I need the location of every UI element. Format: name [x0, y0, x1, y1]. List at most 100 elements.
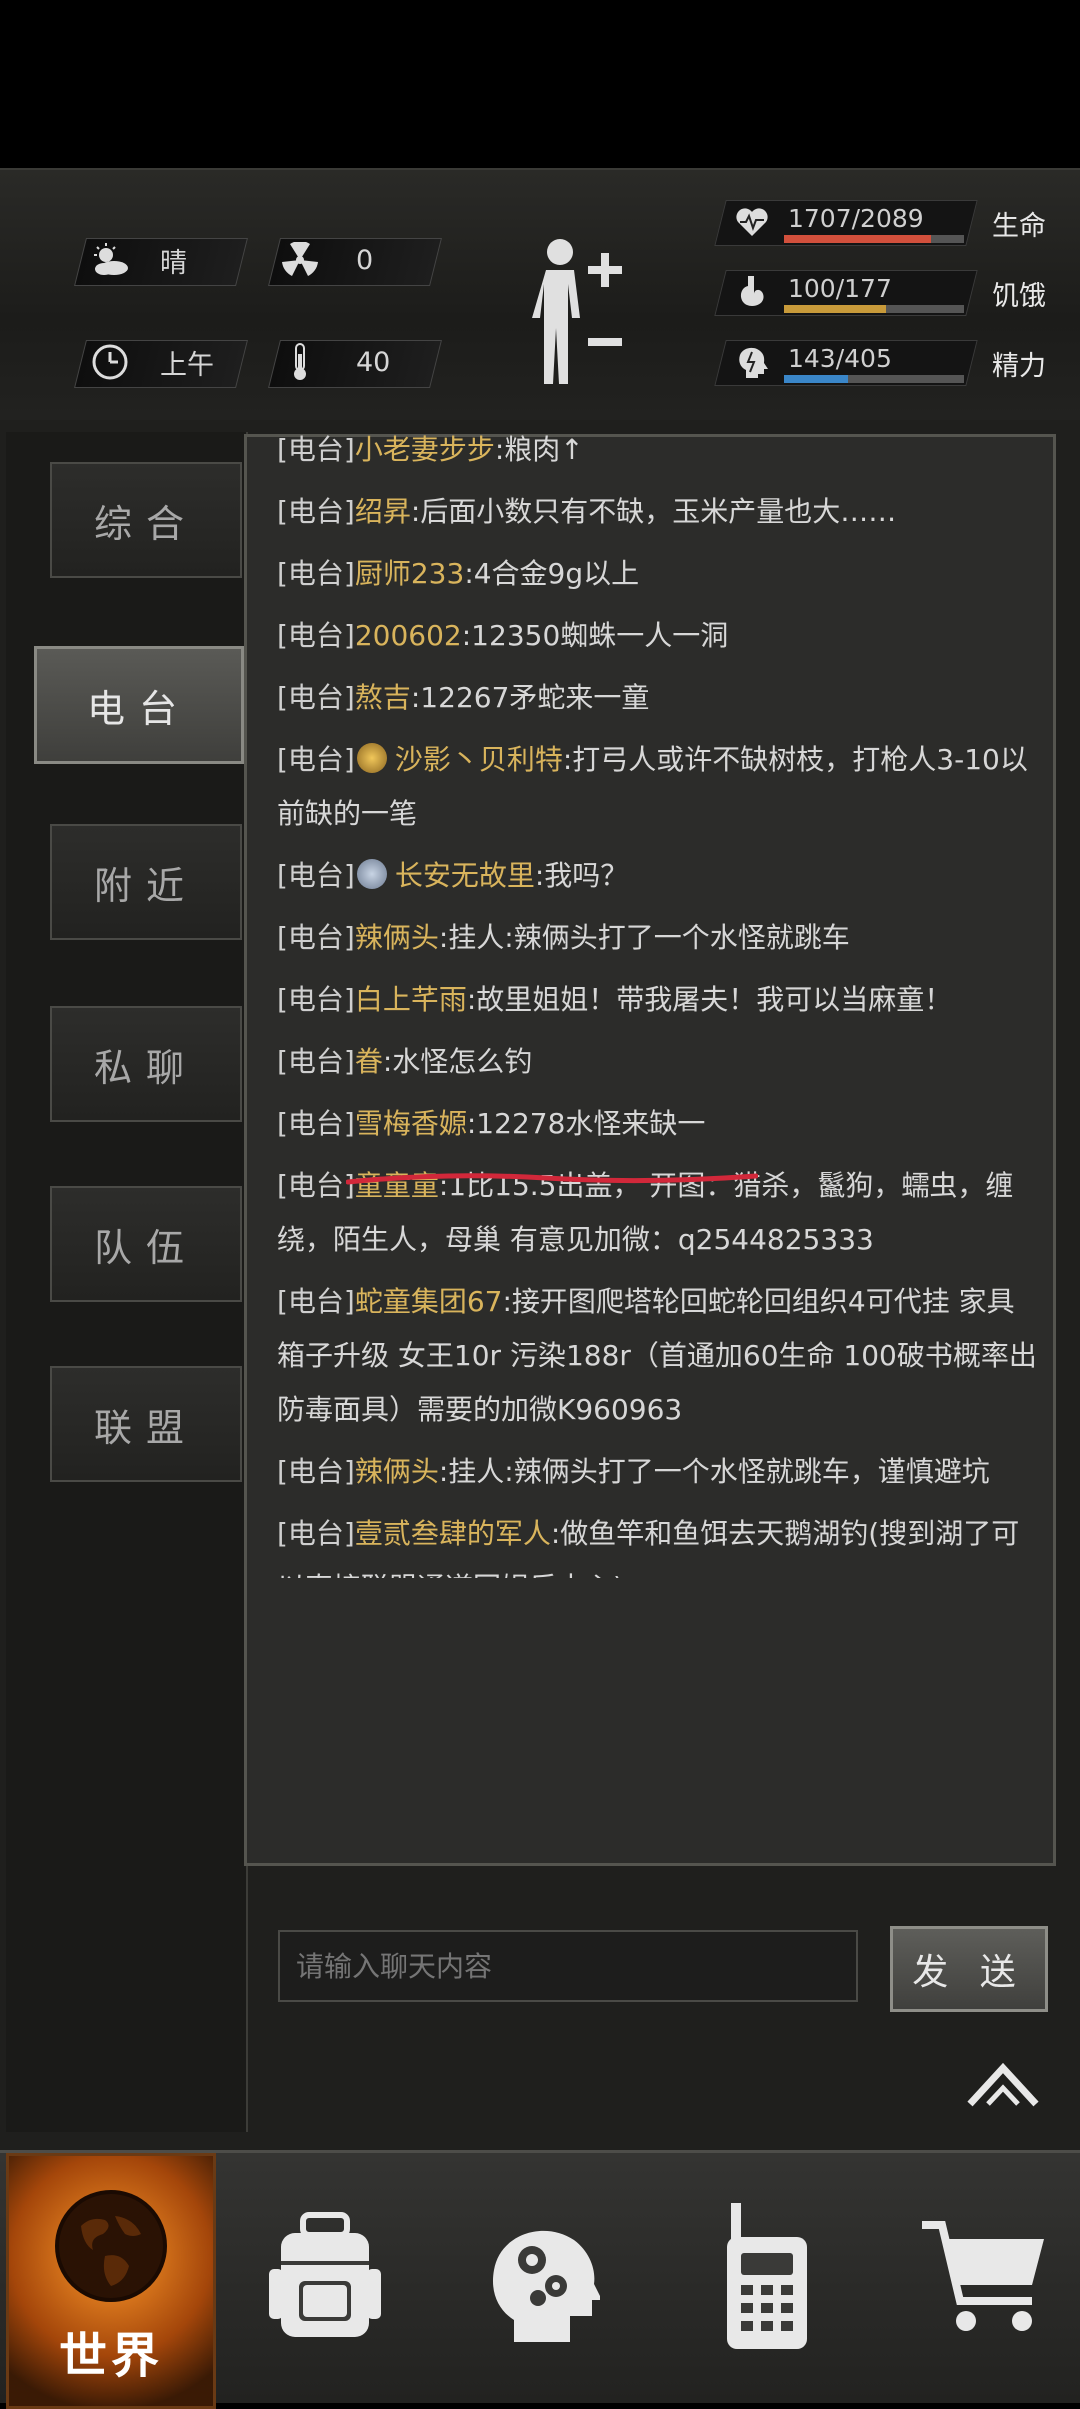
tab-team[interactable]: 队伍: [50, 1186, 242, 1302]
message-text: :水怪怎么钓: [382, 1045, 533, 1078]
radiation-icon: [280, 240, 320, 280]
chat-message: [电台]熬吉:12267矛蛇来一童: [277, 671, 1037, 725]
channel-tag: [电台]: [277, 859, 355, 892]
message-text: :我吗？: [534, 859, 629, 892]
body-figure-icon: [532, 239, 622, 384]
tab-alliance[interactable]: 联盟: [50, 1366, 242, 1482]
health-value: 1707/2089: [788, 204, 924, 233]
chat-message: [电台]白上芊雨:故里姐姐！带我屠夫！我可以当麻童！: [277, 973, 1037, 1027]
message-text: :打弓人或许不缺树枝，打枪人3-10以前缺的一笔: [277, 743, 1028, 830]
health-fill: [784, 235, 932, 243]
collapse-chevron-up-icon[interactable]: [966, 2060, 1040, 2110]
hunger-value: 100/177: [788, 274, 892, 303]
message-text: :粮肉↑: [494, 433, 584, 466]
walkie-talkie-icon: [717, 2201, 813, 2355]
radiation-value: 0: [356, 244, 374, 276]
chat-message: [电台]绍昇:后面小数只有不缺，玉米产量也大……: [277, 485, 1037, 539]
chat-message-list[interactable]: [电台]小老妻步步:粮肉↑ [电台]绍昇:后面小数只有不缺，玉米产量也大…… [电台…: [277, 423, 1037, 1578]
tab-nearby[interactable]: 附近: [50, 824, 242, 940]
sender-name[interactable]: 沙影丶贝利特: [395, 743, 563, 776]
chat-message: [电台]辣俩头:挂人:辣俩头打了一个水怪就跳车: [277, 911, 1037, 965]
message-text: :12350蜘蛛一人一洞: [461, 619, 729, 652]
send-button[interactable]: 发 送: [890, 1926, 1048, 2012]
nav-radio[interactable]: [680, 2153, 850, 2403]
tab-general[interactable]: 综合: [50, 462, 242, 578]
health-bar: 1707/2089 生命: [714, 200, 1060, 246]
sender-name[interactable]: 辣俩头: [355, 1455, 439, 1488]
channel-tag: [电台]: [277, 433, 355, 466]
energy-label: 精力: [992, 351, 1046, 382]
channel-tag: [电台]: [277, 1169, 355, 1202]
message-text: :12267矛蛇来一童: [410, 681, 650, 714]
silver-rank-badge-icon: [356, 859, 387, 889]
nav-skills[interactable]: [460, 2153, 630, 2403]
bottom-nav: 世界: [0, 2150, 1080, 2409]
sender-name[interactable]: 雪梅香嫄: [355, 1107, 467, 1140]
hunger-bar: 100/177 饥饿: [714, 270, 1060, 316]
energy-fill: [784, 375, 848, 383]
sender-name[interactable]: 壹贰叁肆的军人: [355, 1517, 551, 1550]
sender-name[interactable]: 蛇童集团67: [355, 1285, 503, 1318]
energy-bar: 143/405 精力: [714, 340, 1060, 386]
globe-icon: [51, 2186, 171, 2310]
hunger-label: 饥饿: [992, 281, 1046, 312]
chat-message: [电台]200602:12350蜘蛛一人一洞: [277, 609, 1037, 663]
channel-tag: [电台]: [277, 619, 355, 652]
red-underline-annotation: [346, 1173, 758, 1185]
chat-input[interactable]: [278, 1930, 858, 2002]
hunger-fill: [784, 305, 886, 313]
sender-name[interactable]: 绍昇: [355, 495, 411, 528]
sender-name[interactable]: 200602: [355, 619, 462, 652]
health-label: 生命: [992, 211, 1046, 242]
chat-panel: [电台]小老妻步步:粮肉↑ [电台]绍昇:后面小数只有不缺，玉米产量也大…… [电台…: [244, 433, 1056, 1866]
sender-name[interactable]: 小老妻步步: [355, 433, 495, 466]
temperature-value: 40: [356, 346, 391, 378]
message-text: :故里姐姐！带我屠夫！我可以当麻童！: [466, 983, 953, 1016]
message-text: :挂人:辣俩头打了一个水怪就跳车: [438, 921, 850, 954]
channel-tag: [电台]: [277, 743, 355, 776]
nav-world[interactable]: 世界: [6, 2153, 216, 2409]
chat-message: [电台]雪梅香嫄:12278水怪来缺一: [277, 1097, 1037, 1151]
channel-tag: [电台]: [277, 1285, 355, 1318]
chat-message: [电台]壹贰叁肆的军人:做鱼竿和鱼饵去天鹅湖钓(搜到湖了可以直接联盟通道回娱乐中…: [277, 1507, 1037, 1578]
channel-tag: [电台]: [277, 1107, 355, 1140]
message-text: :后面小数只有不缺，玉米产量也大……: [410, 495, 897, 528]
chat-message: [电台]眷:水怪怎么钓: [277, 1035, 1037, 1089]
clock-icon: [90, 342, 130, 382]
channel-tag: [电台]: [277, 681, 355, 714]
sender-name[interactable]: 熬吉: [355, 681, 411, 714]
heart-pulse-icon: [734, 204, 770, 240]
chat-message: [电台] 沙影丶贝利特:打弓人或许不缺树枝，打枪人3-10以前缺的一笔: [277, 733, 1037, 841]
chat-message: [电台]小老妻步步:粮肉↑: [277, 423, 1037, 477]
channel-tag: [电台]: [277, 1517, 355, 1550]
chat-message: [电台] 长安无故里:我吗？: [277, 849, 1037, 903]
chat-message: [电台]辣俩头:挂人:辣俩头打了一个水怪就跳车，谨慎避坑: [277, 1445, 1037, 1499]
channel-tag: [电台]: [277, 1455, 355, 1488]
energy-value: 143/405: [788, 344, 892, 373]
tab-radio[interactable]: 电台: [34, 646, 244, 764]
sender-name[interactable]: 眷: [355, 1045, 383, 1078]
chat-message: [电台]厨师233:4合金9g以上: [277, 547, 1037, 601]
channel-tag: [电台]: [277, 983, 355, 1016]
gold-rank-badge-icon: [356, 743, 387, 773]
channel-tag: [电台]: [277, 495, 355, 528]
nav-backpack[interactable]: [240, 2153, 410, 2403]
nav-shop[interactable]: [900, 2153, 1070, 2403]
head-energy-icon: [734, 344, 770, 380]
message-text: :挂人:辣俩头打了一个水怪就跳车，谨慎避坑: [438, 1455, 990, 1488]
thermometer-icon: [280, 342, 320, 382]
message-text: :12278水怪来缺一: [466, 1107, 706, 1140]
cart-icon: [920, 2211, 1050, 2345]
chat-message: [电台]蛇童集团67:接开图爬塔轮回蛇轮回组织4可代挂 家具箱子升级 女王10r…: [277, 1275, 1037, 1437]
stomach-icon: [734, 274, 770, 310]
character-figure-button[interactable]: [520, 230, 640, 390]
sender-name[interactable]: 辣俩头: [355, 921, 439, 954]
sender-name[interactable]: 厨师233: [355, 557, 464, 590]
message-text: :4合金9g以上: [464, 557, 640, 590]
sun-cloud-icon: [90, 240, 130, 280]
tab-private[interactable]: 私聊: [50, 1006, 242, 1122]
channel-tag: [电台]: [277, 921, 355, 954]
weather-value: 晴: [160, 247, 187, 279]
sender-name[interactable]: 长安无故里: [395, 859, 535, 892]
sender-name[interactable]: 白上芊雨: [355, 983, 467, 1016]
